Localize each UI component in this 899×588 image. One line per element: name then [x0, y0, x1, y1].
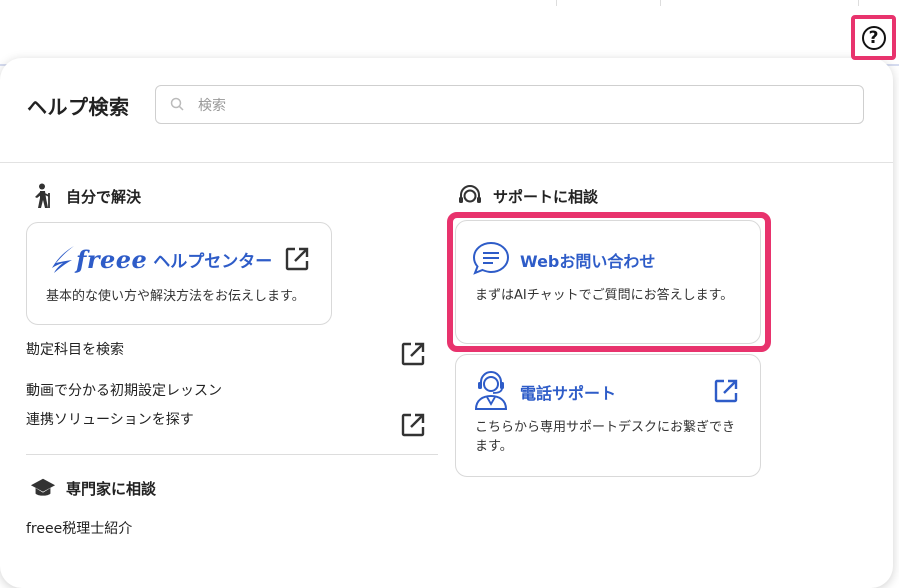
external-link-icon[interactable] — [713, 378, 739, 404]
external-link-icon[interactable] — [400, 341, 426, 367]
external-link-icon[interactable] — [400, 412, 426, 438]
support-heading-text: サポートに相談 — [493, 187, 599, 206]
help-icon: ? — [861, 25, 886, 50]
app-header — [0, 0, 899, 66]
search-box[interactable] — [155, 85, 864, 125]
expert-heading-text: 専門家に相談 — [66, 479, 157, 498]
web-inquiry-title[interactable]: Webお問い合わせ — [520, 248, 655, 272]
help-search-header: ヘルプ検索 — [0, 58, 893, 163]
hiker-icon — [30, 183, 56, 209]
freee-help-center-logo[interactable]: freee ヘルプセンター — [46, 244, 272, 274]
headset-person-icon — [457, 183, 483, 209]
search-icon — [170, 97, 184, 111]
expert-heading: 専門家に相談 — [30, 475, 156, 501]
help-button[interactable]: ? — [851, 15, 896, 60]
link-setup-video-lesson[interactable]: 動画で分かる初期設定レッスン — [26, 380, 222, 400]
section-divider — [26, 454, 438, 455]
chat-bubble-icon — [472, 241, 510, 275]
header-divider — [660, 0, 661, 6]
help-search-title: ヘルプ検索 — [27, 95, 130, 119]
link-account-search[interactable]: 勘定科目を検索 — [26, 339, 124, 359]
self-solve-heading-text: 自分で解決 — [66, 187, 142, 206]
help-center-label: ヘルプセンター — [153, 251, 273, 272]
external-link-icon[interactable] — [284, 246, 310, 272]
phone-support-title[interactable]: 電話サポート — [520, 380, 616, 404]
support-heading: サポートに相談 — [457, 183, 598, 209]
web-inquiry-description: まずはAIチャットでご質問にお答えします。 — [475, 288, 734, 303]
graduation-cap-icon — [30, 475, 56, 501]
freee-logo-text: freee — [76, 244, 148, 274]
operator-icon — [474, 371, 508, 410]
self-solve-heading: 自分で解決 — [30, 183, 141, 209]
link-integration-solutions[interactable]: 連携ソリューションを探す — [26, 409, 194, 429]
header-divider — [858, 0, 859, 6]
header-divider — [556, 0, 557, 6]
search-input[interactable] — [196, 86, 840, 125]
web-inquiry-highlight — [447, 212, 771, 352]
freee-bird-icon — [52, 246, 74, 273]
help-center-description: 基本的な使い方や解決方法をお伝えします。 — [46, 289, 305, 304]
phone-support-description: こちらから専用サポートデスクにお繋ぎできます。 — [475, 420, 736, 454]
link-tax-accountant-referral[interactable]: freee税理士紹介 — [26, 518, 132, 538]
